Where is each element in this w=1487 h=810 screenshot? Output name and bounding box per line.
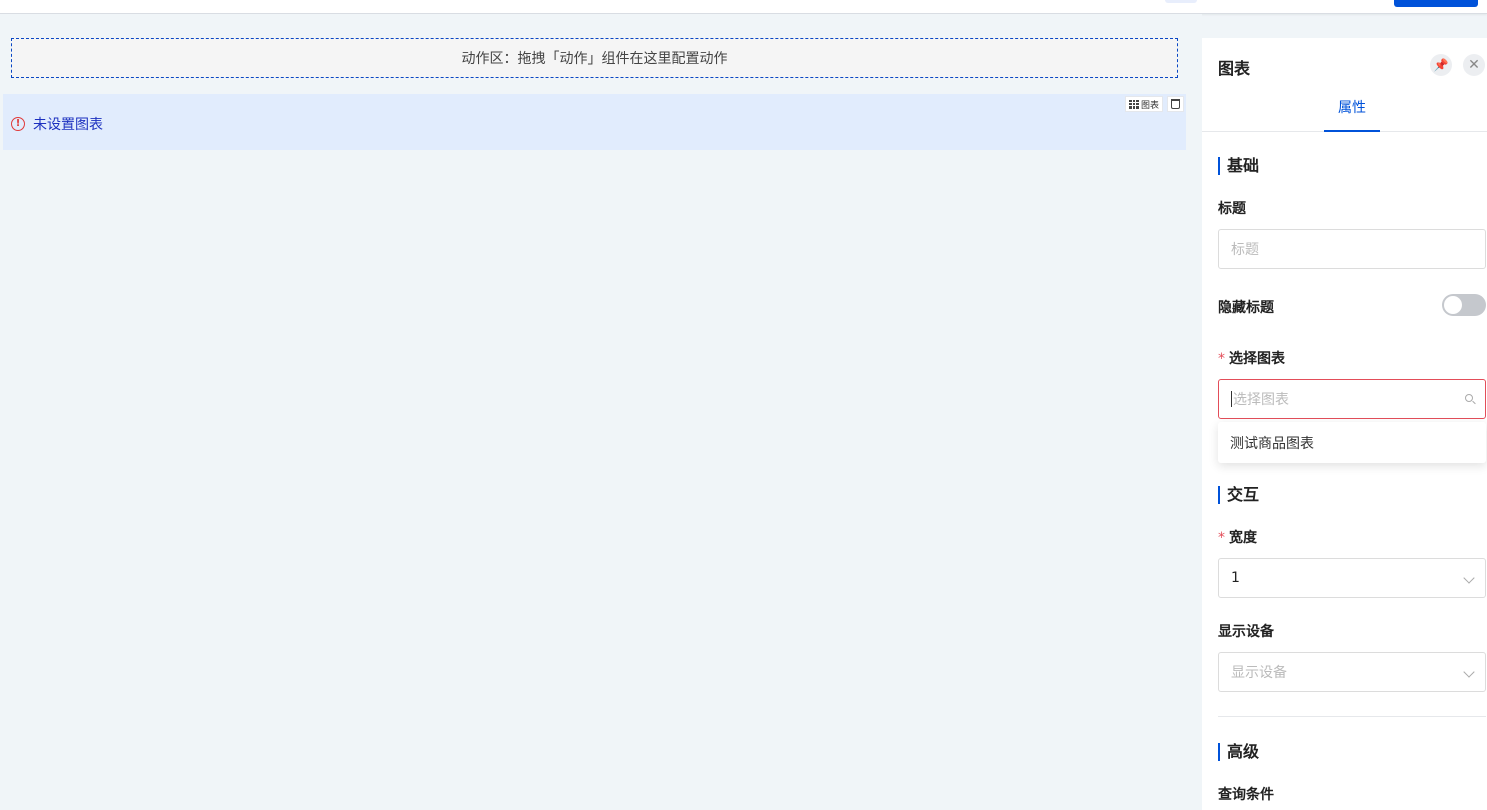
chart-component-block[interactable]: ! 未设置图表 图表	[3, 94, 1186, 150]
width-label-text: 宽度	[1229, 530, 1257, 546]
chart-type-label: 图表	[1140, 100, 1159, 111]
width-label: * 宽度	[1218, 527, 1257, 547]
properties-panel: 图表 📌 ✕ 属性 基础 标题 标题 隐藏标题 * 选择图表 选择图表 测试商品图…	[1202, 38, 1487, 810]
section-basic-title: 基础	[1218, 157, 1259, 175]
chart-warning-text: 未设置图表	[33, 117, 103, 133]
design-canvas: 动作区：拖拽「动作」组件在这里配置动作 ! 未设置图表 图表	[0, 14, 1202, 810]
title-field-label: 标题	[1218, 201, 1246, 217]
device-select[interactable]: 显示设备	[1218, 652, 1486, 692]
select-chart-placeholder: 选择图表	[1233, 392, 1289, 408]
device-placeholder: 显示设备	[1231, 665, 1287, 681]
required-mark: *	[1218, 351, 1225, 367]
search-icon	[1465, 394, 1473, 402]
panel-tabs: 属性	[1202, 94, 1487, 132]
grid-icon	[1128, 99, 1139, 109]
action-zone-text: 动作区：拖拽「动作」组件在这里配置动作	[461, 51, 728, 67]
dropdown-option[interactable]: 测试商品图表	[1230, 433, 1314, 453]
select-chart-label-text: 选择图表	[1229, 351, 1285, 367]
query-condition-label: 查询条件	[1218, 787, 1274, 803]
chart-type-tag[interactable]: 图表	[1124, 96, 1163, 112]
alert-circle-icon: !	[11, 117, 25, 131]
close-icon: ✕	[1468, 57, 1480, 73]
pin-panel-button[interactable]: 📌	[1430, 54, 1452, 76]
top-toolbar	[0, 0, 1487, 14]
required-mark: *	[1218, 530, 1225, 546]
tab-properties[interactable]: 属性	[1324, 94, 1380, 132]
chart-warning: ! 未设置图表	[11, 114, 103, 134]
toolbar-tab-highlight[interactable]	[1165, 0, 1197, 3]
title-input[interactable]: 标题	[1218, 229, 1486, 269]
delete-block-button[interactable]	[1167, 96, 1184, 112]
action-drop-zone[interactable]: 动作区：拖拽「动作」组件在这里配置动作	[11, 38, 1178, 78]
block-toolbar: 图表	[1124, 96, 1184, 112]
device-label: 显示设备	[1218, 624, 1274, 640]
text-caret	[1231, 391, 1232, 407]
section-divider	[1218, 716, 1486, 717]
close-panel-button[interactable]: ✕	[1463, 54, 1485, 76]
chevron-down-icon	[1463, 666, 1475, 678]
hide-title-label: 隐藏标题	[1218, 300, 1274, 316]
select-chart-label: * 选择图表	[1218, 348, 1285, 368]
section-interaction-title: 交互	[1218, 486, 1259, 504]
chart-option-dropdown: 测试商品图表	[1218, 422, 1486, 463]
select-chart-input[interactable]: 选择图表	[1218, 379, 1486, 419]
hide-title-toggle[interactable]	[1442, 294, 1486, 316]
pin-icon: 📌	[1433, 58, 1449, 72]
panel-title: 图表	[1218, 59, 1251, 78]
width-select[interactable]: 1	[1218, 558, 1486, 598]
title-input-placeholder: 标题	[1231, 242, 1259, 258]
section-advanced-title: 高级	[1218, 743, 1259, 761]
trash-icon	[1171, 99, 1180, 109]
publish-button[interactable]	[1394, 0, 1478, 7]
chevron-down-icon	[1463, 572, 1475, 584]
width-value: 1	[1231, 570, 1240, 586]
